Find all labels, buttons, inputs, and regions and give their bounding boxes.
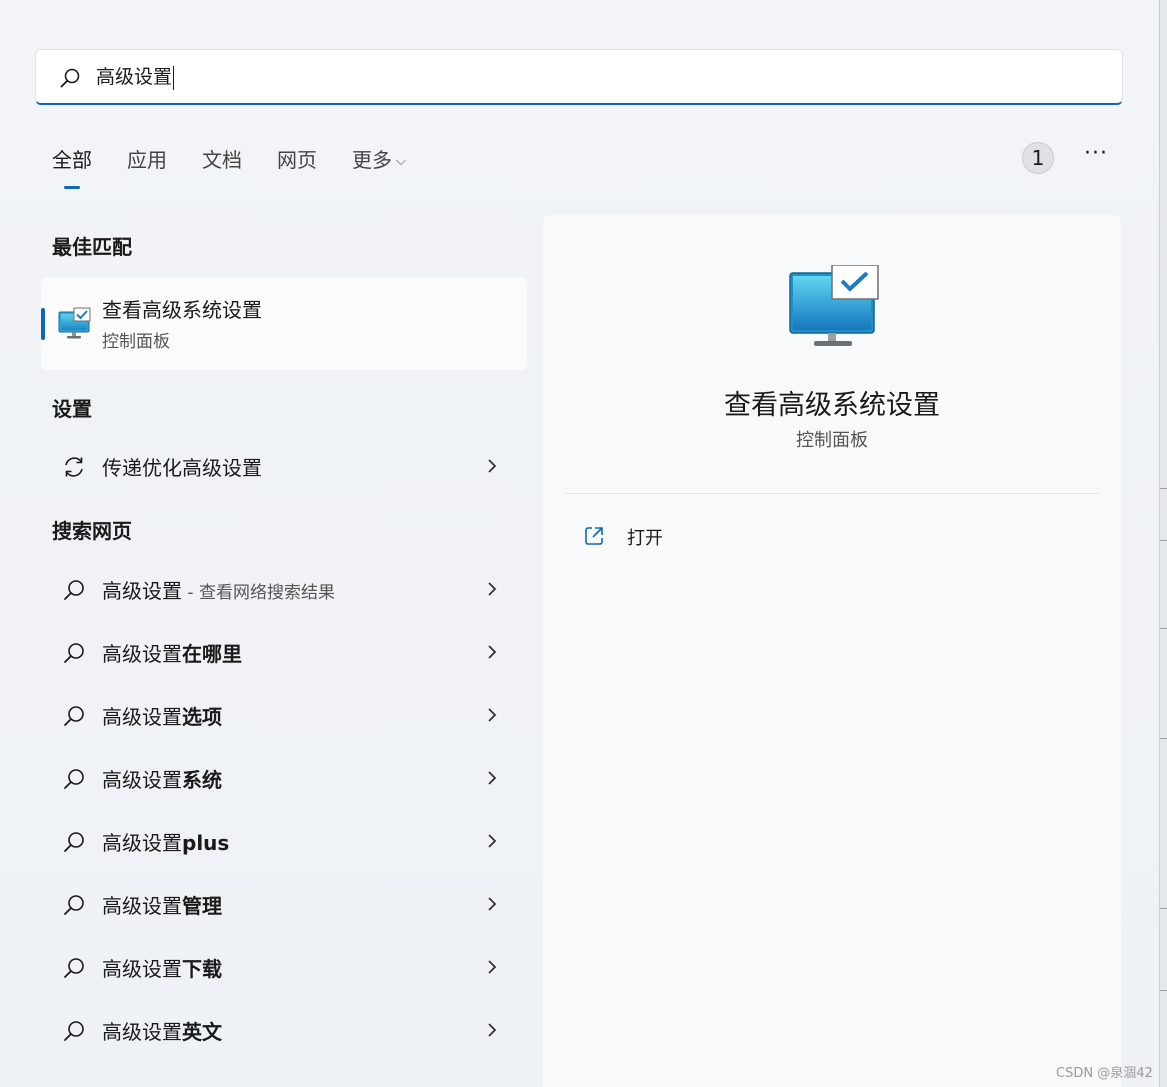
chevron-right-icon [488,708,497,722]
preview-subtitle: 控制面板 [796,430,868,451]
settings-result-label: 传递优化高级设置 [102,456,262,480]
best-match-title: 查看高级系统设置 [102,298,262,322]
web-search-result[interactable]: 高级设置英文 [41,1002,527,1058]
monitor-check-icon [789,265,879,346]
edge-line [1160,738,1167,739]
search-icon [64,643,84,663]
web-search-result[interactable]: 高级设置选项 [41,687,527,743]
chevron-right-icon [488,897,497,911]
preview-title: 查看高级系统设置 [724,390,940,421]
edge-line [1160,488,1167,489]
chevron-right-icon [488,960,497,974]
text-caret [173,66,174,90]
web-search-result-label: 高级设置 - 查看网络搜索结果 [102,575,335,604]
web-hint: - 查看网络搜索结果 [182,583,335,603]
query-text: 高级设置 [102,1020,182,1044]
suggestion-text: 系统 [182,768,222,792]
suggestion-text: 下载 [182,957,222,981]
search-icon [60,68,80,88]
web-search-result[interactable]: 高级设置 - 查看网络搜索结果 [41,561,527,617]
suggestion-text: 选项 [182,705,222,729]
section-best-match: 最佳匹配 [52,235,132,259]
edge-line [1160,990,1167,991]
section-search-web: 搜索网页 [52,519,132,543]
chevron-right-icon [488,459,497,473]
tab-documents[interactable]: 文档 [202,143,242,183]
search-icon [64,706,84,726]
edge-line [1160,908,1167,909]
web-search-result-label: 高级设置plus [102,827,229,856]
edge-line [1160,540,1167,541]
tab-more[interactable]: 更多 ⌵ [352,143,406,183]
chevron-down-icon: ⌵ [396,153,406,169]
web-search-result-label: 高级设置管理 [102,890,222,919]
best-match-result[interactable]: 查看高级系统设置 控制面板 [41,278,527,370]
watermark: CSDN @泉涸42 [1056,1066,1153,1081]
search-icon [64,769,84,789]
monitor-check-icon [58,307,91,339]
preview-divider [565,493,1099,494]
tab-all[interactable]: 全部 [52,143,92,183]
query-text: 高级设置 [102,642,182,666]
web-search-result[interactable]: 高级设置下载 [41,939,527,995]
chevron-right-icon [488,582,497,596]
web-search-result[interactable]: 高级设置在哪里 [41,624,527,680]
refresh-icon [65,457,83,477]
background-window-edge [1160,0,1167,1087]
filter-tabs: 全部 应用 文档 网页 更多 ⌵ [52,143,441,183]
tab-web[interactable]: 网页 [277,143,317,183]
query-text: 高级设置 [102,768,182,792]
suggestion-text: 管理 [182,894,222,918]
suggestion-text: 英文 [182,1020,222,1044]
query-text: 高级设置 [102,894,182,918]
suggestion-text: plus [182,831,230,855]
search-icon [64,895,84,915]
search-input[interactable]: 高级设置 [96,64,172,90]
query-text: 高级设置 [102,957,182,981]
search-icon [64,958,84,978]
chevron-right-icon [488,1023,497,1037]
query-text: 高级设置 [102,705,182,729]
search-icon [64,580,84,600]
web-search-result-label: 高级设置下载 [102,953,222,982]
chevron-right-icon [488,834,497,848]
web-search-result[interactable]: 高级设置系统 [41,750,527,806]
query-text: 高级设置 [102,579,182,603]
chevron-right-icon [488,771,497,785]
best-match-subtitle: 控制面板 [102,332,170,352]
chevron-right-icon [488,645,497,659]
query-text: 高级设置 [102,831,182,855]
web-search-result-label: 高级设置在哪里 [102,638,242,667]
web-search-result-label: 高级设置选项 [102,701,222,730]
preview-pane: 查看高级系统设置 控制面板 打开 [543,215,1121,1087]
section-settings: 设置 [52,397,92,421]
web-search-result-label: 高级设置英文 [102,1016,222,1045]
rewards-badge[interactable]: 1 [1022,142,1054,174]
selection-indicator [41,308,45,340]
web-search-result[interactable]: 高级设置plus [41,813,527,869]
open-action[interactable]: 打开 [579,520,779,554]
open-action-label: 打开 [627,528,663,549]
settings-result-delivery-optimization[interactable]: 传递优化高级设置 [41,438,527,494]
web-search-result-label: 高级设置系统 [102,764,222,793]
more-options-button[interactable]: ··· [1080,143,1112,172]
tab-apps[interactable]: 应用 [127,143,167,183]
search-icon [64,832,84,852]
web-search-result[interactable]: 高级设置管理 [41,876,527,932]
open-external-icon [585,527,603,545]
search-flyout: 高级设置 全部 应用 文档 网页 更多 ⌵ 1 ··· 最佳匹配 查看高级系统设置… [0,0,1160,1087]
edge-line [1160,628,1167,629]
search-icon [64,1021,84,1041]
search-box[interactable]: 高级设置 [35,49,1123,105]
tab-more-label: 更多 [352,148,392,172]
suggestion-text: 在哪里 [182,642,242,666]
